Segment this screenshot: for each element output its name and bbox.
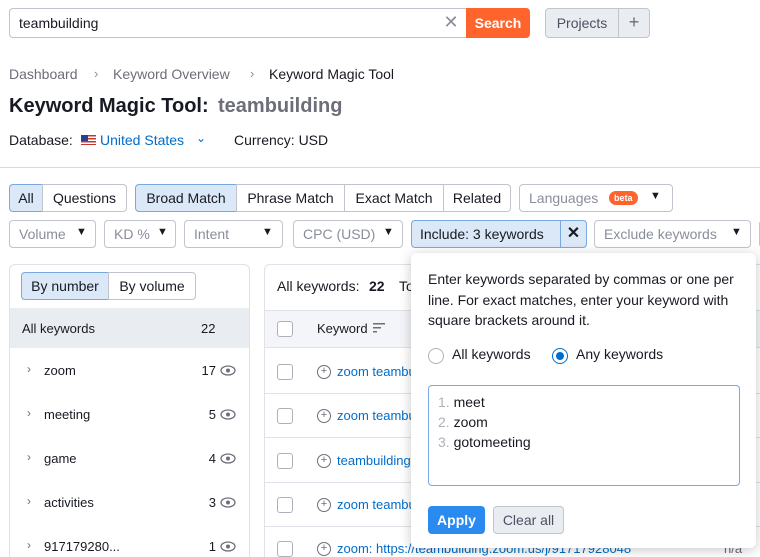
row-checkbox[interactable] — [277, 453, 293, 469]
group-count: 1 — [208, 539, 216, 554]
add-to-list-icon[interactable]: + — [317, 365, 331, 379]
add-to-list-icon[interactable]: + — [317, 542, 331, 556]
radio-any-keywords[interactable] — [552, 348, 568, 364]
chevron-down-icon: ▼ — [650, 190, 661, 202]
group-count: 5 — [208, 407, 216, 422]
add-to-list-icon[interactable]: + — [317, 409, 331, 423]
projects-button[interactable]: Projects — [545, 8, 619, 38]
chevron-down-icon: ▼ — [262, 226, 273, 238]
all-keywords-summary-count: 22 — [369, 278, 385, 294]
group-item-activities[interactable]: activities — [44, 495, 94, 510]
radio-all-keywords-label[interactable]: All keywords — [452, 346, 531, 362]
all-keywords-summary-label: All keywords: — [277, 278, 360, 294]
group-count: 4 — [208, 451, 216, 466]
eye-icon[interactable] — [220, 497, 236, 508]
row-checkbox[interactable] — [277, 497, 293, 513]
breadcrumb-current: Keyword Magic Tool — [269, 66, 395, 82]
clear-all-button[interactable]: Clear all — [493, 506, 564, 534]
divider — [0, 167, 760, 168]
chevron-right-icon: › — [94, 66, 99, 81]
keyword-line: 3. gotomeeting — [438, 434, 531, 450]
chevron-right-icon[interactable]: › — [27, 450, 31, 464]
chevron-right-icon[interactable]: › — [27, 538, 31, 552]
add-project-button[interactable]: + — [618, 8, 650, 38]
chevron-right-icon: › — [250, 66, 255, 81]
chevron-right-icon[interactable]: › — [27, 406, 31, 420]
column-keyword[interactable]: Keyword — [317, 321, 368, 336]
breadcrumb-dashboard[interactable]: Dashboard — [9, 66, 78, 82]
page-query: teambuilding — [218, 95, 343, 117]
tab-all[interactable]: All — [9, 184, 43, 212]
tab-broad-match[interactable]: Broad Match — [135, 184, 237, 212]
chevron-down-icon[interactable]: ⌄ — [196, 131, 206, 145]
database-select[interactable]: United States — [100, 132, 184, 148]
chevron-down-icon: ▼ — [157, 226, 168, 238]
keyword-link[interactable]: teambuilding — [337, 453, 411, 468]
add-to-list-icon[interactable]: + — [317, 498, 331, 512]
languages-label: Languages — [529, 190, 599, 206]
chevron-down-icon: ▼ — [383, 226, 394, 238]
group-count: 3 — [208, 495, 216, 510]
popover-instructions: Enter keywords separated by commas or on… — [428, 271, 734, 328]
group-item-game[interactable]: game — [44, 451, 77, 466]
search-input[interactable] — [9, 8, 469, 38]
chevron-down-icon: ▼ — [731, 226, 742, 238]
beta-badge: beta — [609, 191, 638, 205]
chevron-right-icon[interactable]: › — [27, 494, 31, 508]
group-item-meeting[interactable]: meeting — [44, 407, 90, 422]
keyword-link[interactable]: zoom teambu — [337, 497, 416, 512]
search-button[interactable]: Search — [466, 8, 530, 38]
sort-icon[interactable] — [373, 323, 386, 333]
keyword-line: 1. meet — [438, 394, 485, 410]
keyword-link[interactable]: zoom teambu — [337, 408, 416, 423]
us-flag-canton — [81, 135, 88, 141]
include-keywords-filter[interactable]: Include: 3 keywords — [411, 220, 561, 248]
keyword-line: 2. zoom — [438, 414, 488, 430]
sort-by-number[interactable]: By number — [21, 272, 109, 300]
radio-any-keywords-label[interactable]: Any keywords — [576, 346, 663, 362]
chevron-down-icon: ▼ — [76, 226, 87, 238]
eye-icon[interactable] — [220, 409, 236, 420]
row-checkbox[interactable] — [277, 541, 293, 557]
add-to-list-icon[interactable]: + — [317, 454, 331, 468]
radio-all-keywords[interactable] — [428, 348, 444, 364]
breadcrumb-keyword-overview[interactable]: Keyword Overview — [113, 66, 230, 82]
select-all-checkbox[interactable] — [277, 321, 293, 337]
all-keywords-count: 22 — [201, 321, 216, 336]
close-icon[interactable]: ✕ — [442, 13, 460, 31]
group-count: 17 — [201, 363, 216, 378]
page-title: Keyword Magic Tool: — [9, 95, 209, 117]
sort-by-volume[interactable]: By volume — [108, 272, 196, 300]
all-keywords-label: All keywords — [22, 321, 95, 336]
eye-icon[interactable] — [220, 541, 236, 552]
eye-icon[interactable] — [220, 365, 236, 376]
apply-button[interactable]: Apply — [428, 506, 485, 534]
database-label: Database: — [9, 132, 73, 148]
row-checkbox[interactable] — [277, 408, 293, 424]
group-item-zoom[interactable]: zoom — [44, 363, 76, 378]
keyword-link[interactable]: zoom teambu — [337, 364, 416, 379]
exclude-keywords-filter[interactable]: Exclude keywords — [594, 220, 751, 248]
group-item-number[interactable]: 917179280... — [44, 539, 120, 554]
clear-include-icon[interactable]: ✕ — [560, 220, 587, 248]
tab-exact-match[interactable]: Exact Match — [344, 184, 444, 212]
currency-label: Currency: USD — [234, 132, 329, 148]
tab-questions[interactable]: Questions — [42, 184, 127, 212]
tab-related[interactable]: Related — [443, 184, 511, 212]
eye-icon[interactable] — [220, 453, 236, 464]
row-checkbox[interactable] — [277, 364, 293, 380]
chevron-right-icon[interactable]: › — [27, 362, 31, 376]
tab-phrase-match[interactable]: Phrase Match — [236, 184, 345, 212]
